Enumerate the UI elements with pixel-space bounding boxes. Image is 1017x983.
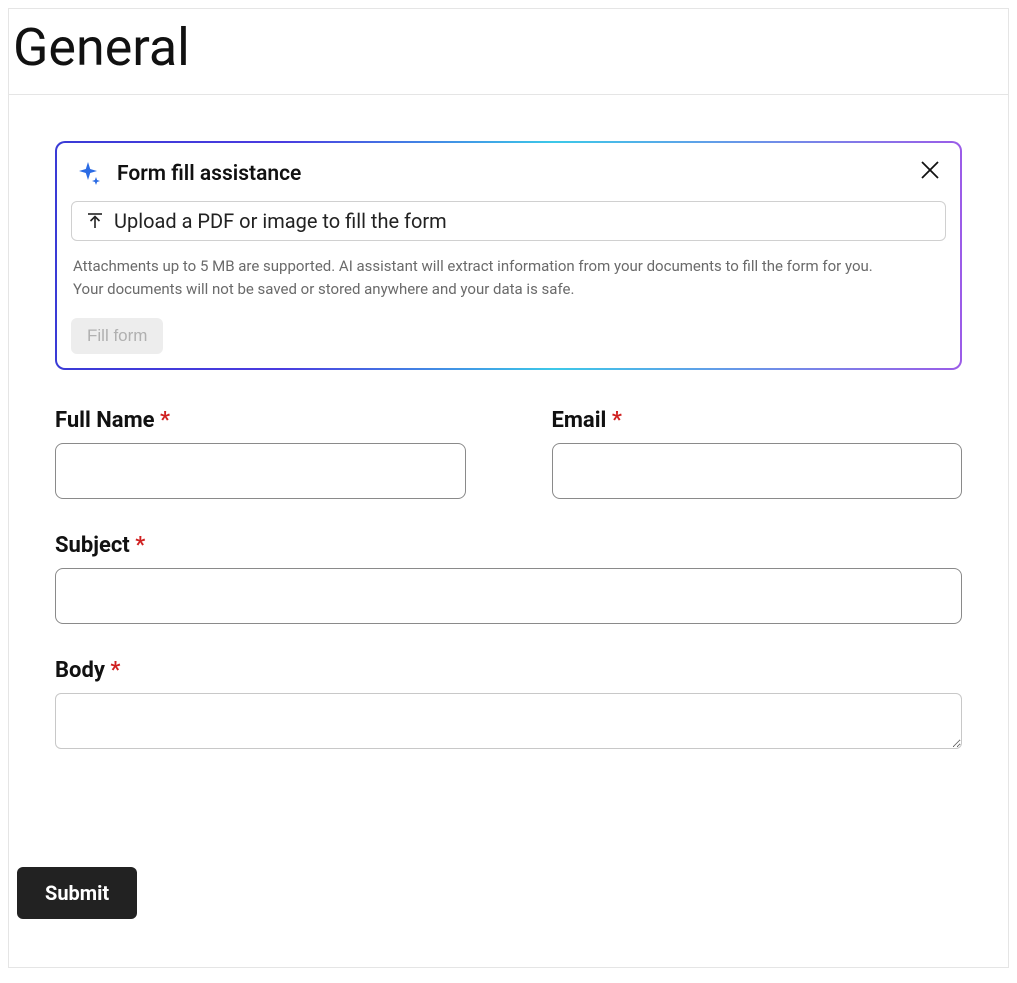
required-mark: *: [160, 408, 170, 433]
fill-form-button[interactable]: Fill form: [71, 318, 163, 354]
submit-button[interactable]: Submit: [17, 867, 137, 919]
form-fill-assistance-card: Form fill assistance: [55, 141, 962, 370]
body-textarea[interactable]: [55, 693, 962, 749]
full-name-input[interactable]: [55, 443, 466, 499]
assistance-title: Form fill assistance: [117, 162, 301, 186]
close-assistance-button[interactable]: [918, 159, 942, 183]
assistance-help-text: Attachments up to 5 MB are supported. AI…: [71, 255, 946, 302]
upload-icon: [86, 212, 104, 230]
sparkle-icon: [77, 161, 103, 187]
email-field-block: Email *: [552, 408, 963, 499]
email-label: Email *: [552, 408, 963, 433]
assistance-help-line1: Attachments up to 5 MB are supported. AI…: [73, 255, 946, 278]
body-label: Body *: [55, 658, 962, 683]
upload-document-field[interactable]: Upload a PDF or image to fill the form: [71, 201, 946, 241]
required-mark: *: [612, 408, 622, 433]
assistance-help-line2: Your documents will not be saved or stor…: [73, 278, 946, 301]
email-input[interactable]: [552, 443, 963, 499]
submit-bar: Submit: [9, 867, 1008, 919]
close-icon: [920, 160, 940, 183]
assistance-header: Form fill assistance: [71, 161, 946, 187]
upload-prompt-text: Upload a PDF or image to fill the form: [114, 209, 447, 233]
page-title: General: [9, 9, 1008, 95]
subject-label: Subject *: [55, 533, 962, 558]
body-field-block: Body *: [55, 658, 962, 753]
required-mark: *: [110, 658, 120, 683]
subject-field-block: Subject *: [55, 533, 962, 624]
full-name-label: Full Name *: [55, 408, 466, 433]
full-name-field-block: Full Name *: [55, 408, 466, 499]
fields-grid: Full Name * Email * Subject *: [55, 408, 962, 787]
form-area: Form fill assistance: [9, 95, 1008, 807]
form-container: General Form fill assistance: [8, 8, 1009, 968]
required-mark: *: [135, 533, 145, 558]
subject-input[interactable]: [55, 568, 962, 624]
